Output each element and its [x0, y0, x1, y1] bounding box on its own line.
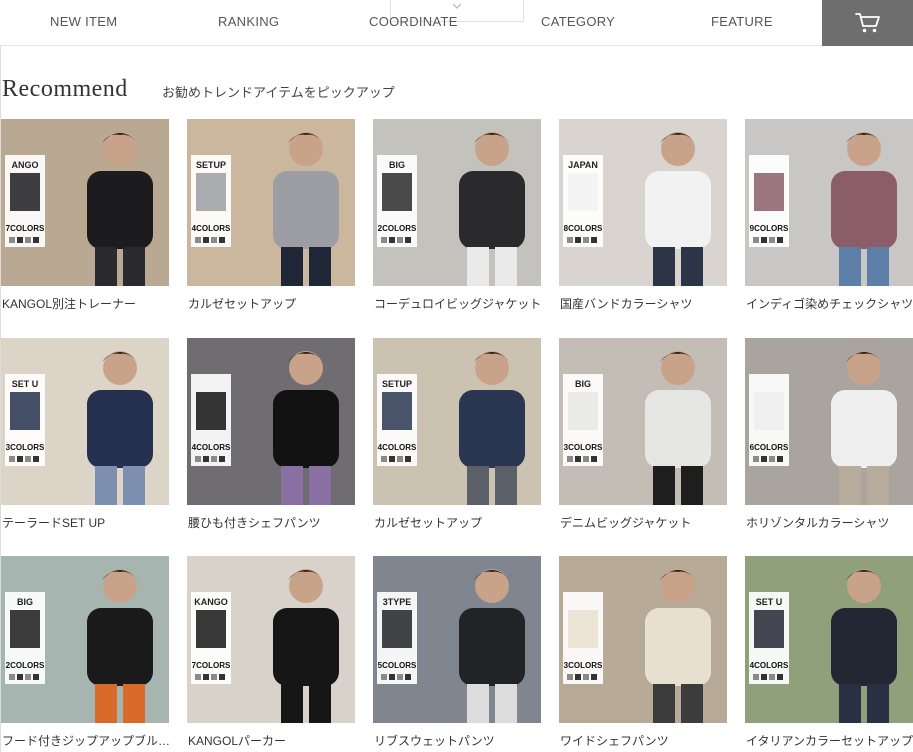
color-count-badge: 7COLORS — [6, 224, 45, 233]
product-name[interactable]: テーラードSET UP — [2, 514, 177, 531]
product-tag-text: KANGO — [194, 597, 228, 607]
color-count-badge: 7COLORS — [192, 661, 231, 670]
product-name[interactable]: コーデュロイビッグジャケット — [374, 295, 549, 312]
product-name[interactable]: 腰ひも付きシェフパンツ — [188, 514, 363, 531]
product-card[interactable]: 9COLORS インディゴ染めチェックシャツ — [745, 119, 913, 311]
product-name[interactable]: イタリアンカラーセットアップ — [746, 732, 913, 749]
product-image[interactable]: ANGO 7COLORS — [1, 119, 169, 286]
nav-ranking[interactable]: RANKING — [218, 14, 279, 29]
product-card[interactable]: BIG 3COLORS デニムビッグジャケット — [559, 338, 727, 530]
product-name[interactable]: フード付きジップアップブルゾン — [2, 732, 177, 749]
cart-button[interactable] — [822, 0, 913, 46]
product-name[interactable]: KANGOLパーカー — [188, 732, 363, 749]
product-image[interactable]: BIG 3COLORS — [559, 338, 727, 505]
product-image[interactable]: BIG 2COLORS — [373, 119, 541, 286]
product-card[interactable]: 3COLORS ワイドシェフパンツ — [559, 556, 727, 748]
product-card[interactable]: BIG 2COLORS コーデュロイビッグジャケット — [373, 119, 541, 311]
product-card[interactable]: KANGO 7COLORS KANGOLパーカー — [187, 556, 355, 748]
product-tag-text: SETUP — [382, 379, 412, 389]
product-card[interactable]: JAPAN 8COLORS 国産バンドカラーシャツ — [559, 119, 727, 311]
cart-icon — [854, 13, 880, 33]
product-image[interactable]: 3TYPE 5COLORS — [373, 556, 541, 723]
product-image[interactable]: SET U 3COLORS — [1, 338, 169, 505]
product-tag-text: BIG — [17, 597, 33, 607]
color-count-badge: 9COLORS — [750, 224, 789, 233]
product-image[interactable]: KANGO 7COLORS — [187, 556, 355, 723]
color-count-badge: 2COLORS — [378, 224, 417, 233]
color-count-badge: 4COLORS — [192, 443, 231, 452]
top-navigation: NEW ITEM RANKING COORDINATE CATEGORY FEA… — [0, 0, 913, 46]
product-tag-text: BIG — [389, 160, 405, 170]
product-card[interactable]: BIG 2COLORS フード付きジップアップブルゾン — [1, 556, 177, 748]
product-name[interactable]: ホリゾンタルカラーシャツ — [746, 514, 913, 531]
product-card[interactable]: SET U 4COLORS イタリアンカラーセットアップ — [745, 556, 913, 748]
product-image[interactable]: SETUP 4COLORS — [187, 119, 355, 286]
color-count-badge: 5COLORS — [378, 661, 417, 670]
product-card[interactable]: ANGO 7COLORS KANGOL別注トレーナー — [1, 119, 169, 311]
nav-coordinate[interactable]: COORDINATE — [369, 14, 458, 29]
color-count-badge: 8COLORS — [564, 224, 603, 233]
product-name[interactable]: インディゴ染めチェックシャツ — [746, 295, 913, 312]
product-name[interactable]: ワイドシェフパンツ — [560, 732, 735, 749]
product-card[interactable]: SETUP 4COLORS カルゼセットアップ — [187, 119, 355, 311]
product-image[interactable]: 3COLORS — [559, 556, 727, 723]
product-name[interactable]: 国産バンドカラーシャツ — [560, 295, 735, 312]
chevron-down-icon — [452, 3, 462, 9]
product-tag-text: JAPAN — [568, 160, 598, 170]
color-count-badge: 4COLORS — [192, 224, 231, 233]
product-image[interactable]: SETUP 4COLORS — [373, 338, 541, 505]
product-tag-text: 3TYPE — [383, 597, 412, 607]
nav-new-item[interactable]: NEW ITEM — [50, 14, 117, 29]
product-image[interactable]: 6COLORS — [745, 338, 913, 505]
product-card[interactable]: 4COLORS 腰ひも付きシェフパンツ — [187, 338, 355, 530]
product-image[interactable]: 9COLORS — [745, 119, 913, 286]
product-tag-text: SETUP — [196, 160, 226, 170]
product-name[interactable]: カルゼセットアップ — [188, 295, 363, 312]
product-image[interactable]: JAPAN 8COLORS — [559, 119, 727, 286]
product-name[interactable]: リブスウェットパンツ — [374, 732, 549, 749]
color-count-badge: 4COLORS — [750, 661, 789, 670]
product-tag-text: SET U — [756, 597, 783, 607]
product-image[interactable]: BIG 2COLORS — [1, 556, 169, 723]
section-subtitle: お勧めトレンドアイテムをピックアップ — [162, 85, 395, 100]
product-name[interactable]: KANGOL別注トレーナー — [2, 295, 177, 312]
product-name[interactable]: カルゼセットアップ — [374, 514, 549, 531]
color-count-badge: 6COLORS — [750, 443, 789, 452]
product-card[interactable]: 3TYPE 5COLORS リブスウェットパンツ — [373, 556, 541, 748]
section-title: Recommend — [2, 76, 128, 102]
color-count-badge: 2COLORS — [6, 661, 45, 670]
nav-category[interactable]: CATEGORY — [541, 14, 615, 29]
product-name[interactable]: デニムビッグジャケット — [560, 514, 735, 531]
color-count-badge: 3COLORS — [6, 443, 45, 452]
product-card[interactable]: SETUP 4COLORS カルゼセットアップ — [373, 338, 541, 530]
color-count-badge: 4COLORS — [378, 443, 417, 452]
product-tag-text: BIG — [575, 379, 591, 389]
product-card[interactable]: SET U 3COLORS テーラードSET UP — [1, 338, 169, 530]
product-tag-text: SET U — [12, 379, 39, 389]
product-image[interactable]: 4COLORS — [187, 338, 355, 505]
product-tag-text: ANGO — [12, 160, 39, 170]
color-count-badge: 3COLORS — [564, 661, 603, 670]
nav-feature[interactable]: FEATURE — [711, 14, 773, 29]
product-image[interactable]: SET U 4COLORS — [745, 556, 913, 723]
color-count-badge: 3COLORS — [564, 443, 603, 452]
product-card[interactable]: 6COLORS ホリゾンタルカラーシャツ — [745, 338, 913, 530]
